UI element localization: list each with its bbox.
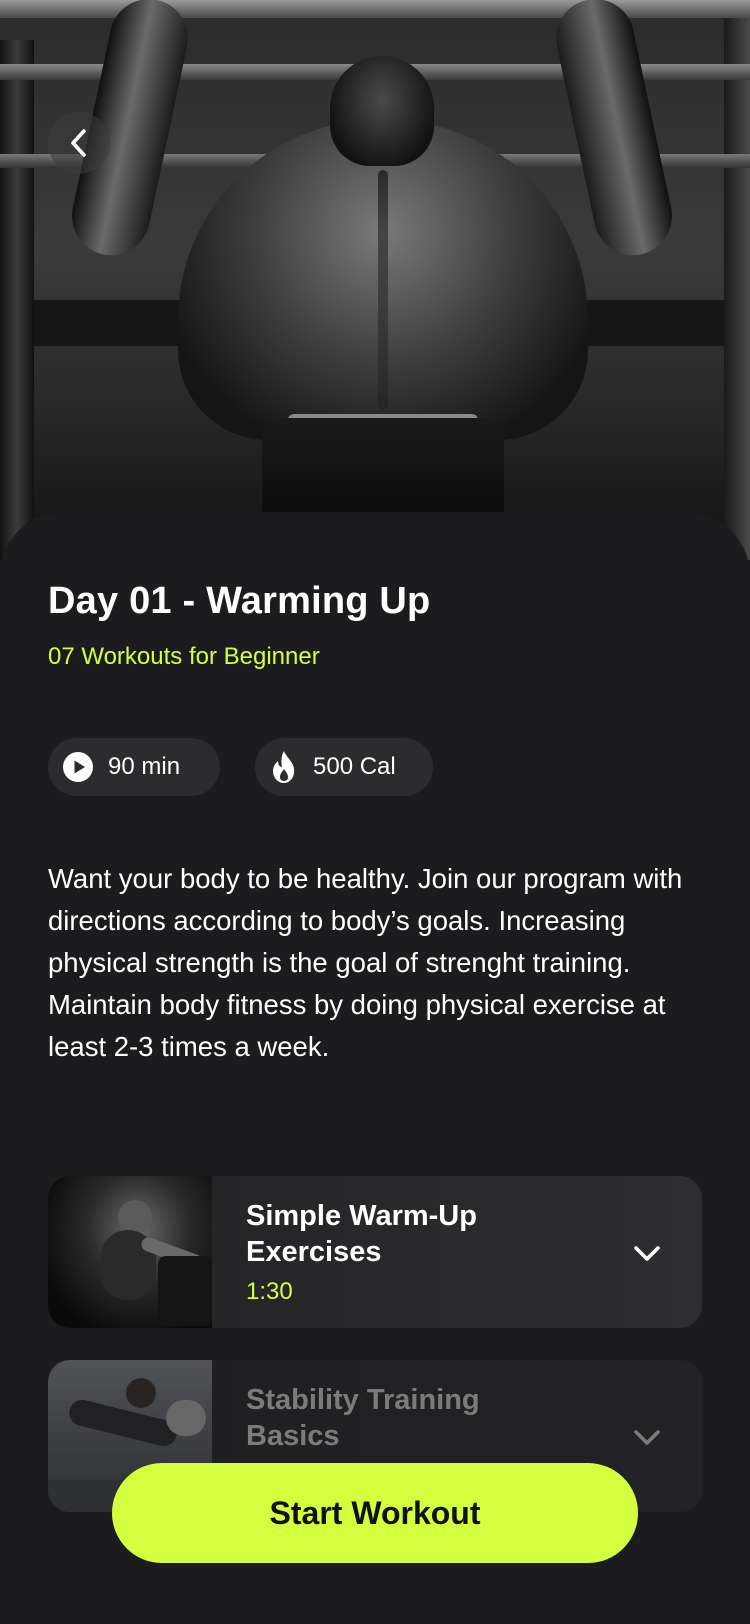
chevron-down-icon[interactable] <box>632 1238 662 1268</box>
flame-icon <box>273 751 295 783</box>
workout-description: Want your body to be healthy. Join our p… <box>48 863 683 1062</box>
hero-image <box>0 0 750 560</box>
workout-subtitle: 07 Workouts for Beginner <box>48 643 320 670</box>
exercise-thumbnail <box>48 1176 212 1328</box>
calories-chip: 500 Cal <box>255 738 433 796</box>
exercise-card[interactable]: Simple Warm-Up Exercises 1:30 <box>48 1176 702 1328</box>
chevron-down-icon[interactable] <box>632 1422 662 1452</box>
back-button[interactable] <box>48 112 110 174</box>
start-workout-button[interactable]: Start Workout <box>112 1463 638 1563</box>
duration-label: 90 min <box>108 753 181 780</box>
calories-label: 500 Cal <box>313 753 396 780</box>
chevron-left-icon <box>71 129 86 157</box>
workout-title: Day 01 - Warming Up <box>48 580 431 622</box>
exercise-duration: 1:30 <box>246 1278 293 1305</box>
exercise-title: Stability Training Basics <box>246 1384 480 1452</box>
workout-detail-sheet: Day 01 - Warming Up 07 Workouts for Begi… <box>0 512 750 1624</box>
duration-chip: 90 min <box>48 738 220 796</box>
workout-detail-screen: Day 01 - Warming Up 07 Workouts for Begi… <box>0 0 750 1624</box>
exercise-title: Simple Warm-Up Exercises <box>246 1200 477 1268</box>
play-circle-icon <box>63 752 93 782</box>
